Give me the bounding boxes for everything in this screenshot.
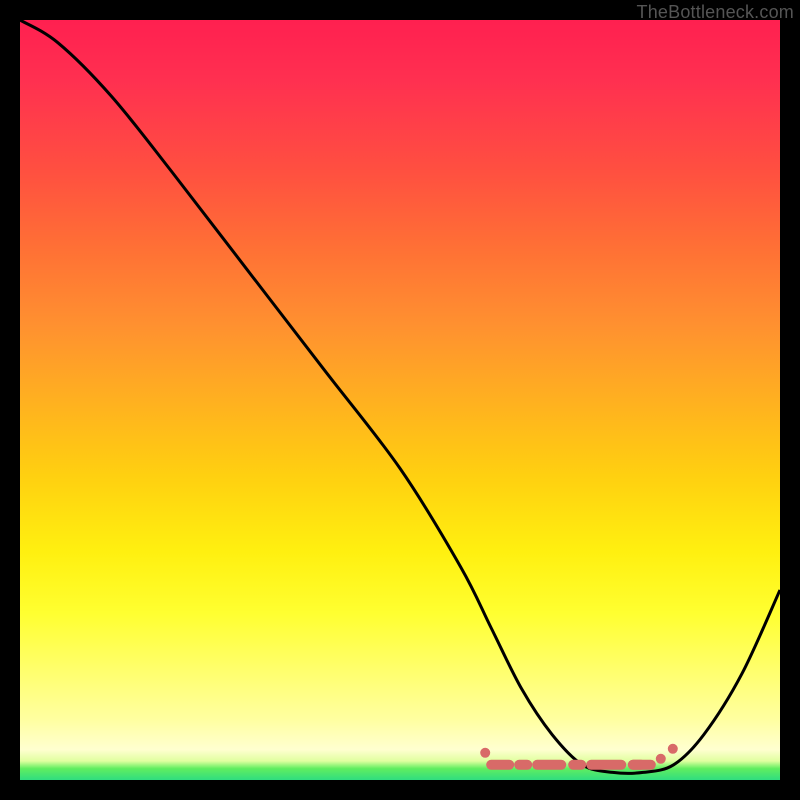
bottleneck-chart: TheBottleneck.com	[0, 0, 800, 800]
low-bottleneck-band	[480, 744, 678, 765]
bottleneck-curve	[20, 20, 780, 773]
curve-layer	[20, 20, 780, 780]
plot-area	[20, 20, 780, 780]
